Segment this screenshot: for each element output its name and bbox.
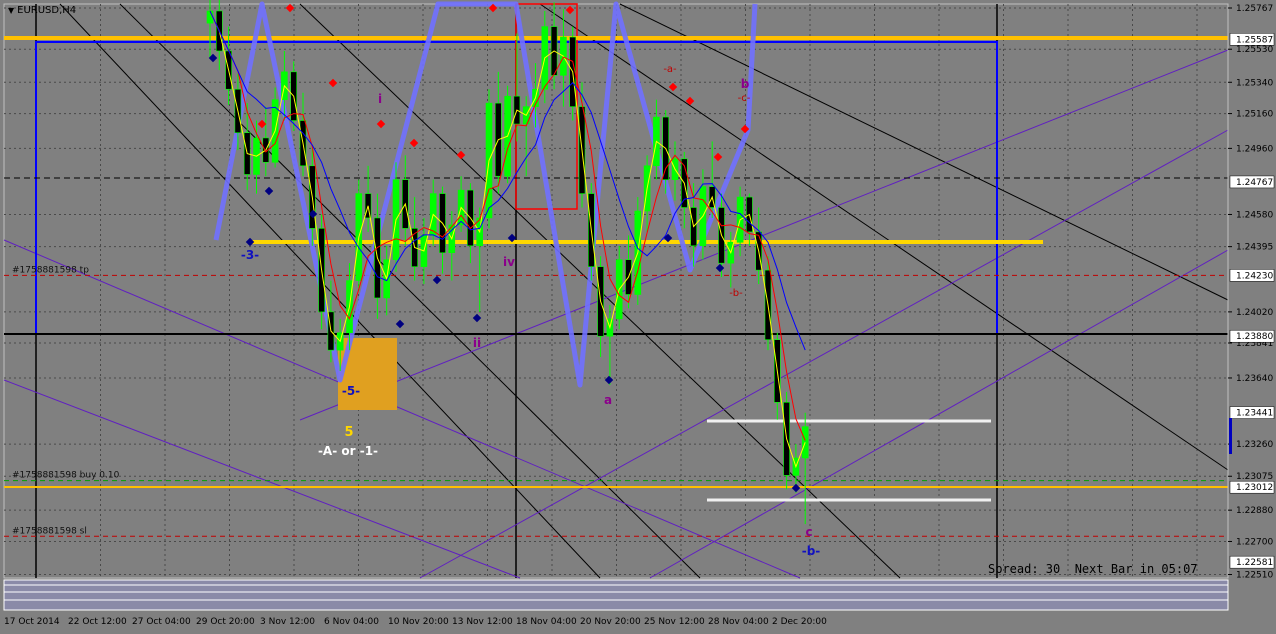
time-tick-label: 27 Oct 04:00 <box>132 617 191 627</box>
order-label: #1758881598 buy 0.10 <box>12 471 120 481</box>
price-tick-label: 1.25530 <box>1236 45 1273 55</box>
time-tick-label: 3 Nov 12:00 <box>260 617 315 627</box>
candle <box>783 391 790 490</box>
price-tick-label: 1.25767 <box>1236 4 1273 14</box>
time-tick-label: 2 Dec 20:00 <box>772 617 827 627</box>
wave-label: i <box>378 92 382 106</box>
time-tick-label: 20 Nov 20:00 <box>580 617 641 627</box>
order-label: #1758881598 sl <box>12 526 87 536</box>
menu-triangle-icon[interactable]: ▼ <box>8 6 14 15</box>
wave-label: iv <box>503 255 515 269</box>
chart-window[interactable]: ▼ EURUSD,H4 #1758881598 tp #1758881598 buy… <box>0 0 1276 630</box>
wave-label: a <box>604 393 612 407</box>
price-tag-label: 1.24230 <box>1236 271 1273 281</box>
time-tick-label: 17 Oct 2014 <box>4 617 60 627</box>
time-tick-label: 10 Nov 20:00 <box>388 617 449 627</box>
price-tick-label: 1.25160 <box>1236 110 1273 120</box>
candle <box>355 179 363 291</box>
price-tick-label: 1.24580 <box>1236 210 1273 220</box>
wave-label: c <box>805 525 812 539</box>
price-tag-label: 1.23441 <box>1236 409 1273 419</box>
time-tick-label: 29 Oct 20:00 <box>196 617 255 627</box>
time-tick-label: 22 Oct 12:00 <box>68 617 127 627</box>
symbol-title-text: EURUSD,H4 <box>17 5 77 16</box>
time-tick-label: 25 Nov 12:00 <box>644 617 705 627</box>
wave-label: -5- <box>342 384 360 398</box>
wave-label: -A- or -1- <box>318 444 378 458</box>
time-tick-label: 18 Nov 04:00 <box>516 617 577 627</box>
wave-label: b <box>741 77 750 91</box>
price-marker <box>1229 418 1232 454</box>
time-tick-label: 28 Nov 04:00 <box>708 617 769 627</box>
time-tick-label: 13 Nov 12:00 <box>452 617 513 627</box>
price-tick-label: 1.24395 <box>1236 243 1273 253</box>
price-tick-label: 1.22700 <box>1236 537 1273 547</box>
wave-label: 5 <box>344 425 353 440</box>
wave-label: -c- <box>738 93 751 104</box>
price-chart[interactable]: #1758881598 tp #1758881598 buy 0.10 #17588… <box>0 0 1276 630</box>
wave-label: -b- <box>802 544 821 558</box>
price-tick-label: 1.23260 <box>1236 440 1273 450</box>
order-label: #1758881598 tp <box>12 265 89 275</box>
price-tick-label: 1.25340 <box>1236 78 1273 88</box>
wave-label: -a- <box>663 64 677 75</box>
price-tag-label: 1.25587 <box>1236 35 1273 45</box>
wave-label: ii <box>473 336 481 350</box>
price-tick-label: 1.22880 <box>1236 506 1273 516</box>
price-tick-label: 1.23075 <box>1236 472 1273 482</box>
price-tick-label: 1.24020 <box>1236 308 1273 318</box>
wave-label: -b- <box>729 288 743 299</box>
symbol-title: ▼ EURUSD,H4 <box>8 5 76 16</box>
time-tick-label: 6 Nov 04:00 <box>324 617 379 627</box>
price-tag-label: 1.22581 <box>1236 558 1273 568</box>
wave-label: -3- <box>241 248 259 262</box>
price-tick-label: 1.23640 <box>1236 374 1273 384</box>
price-tag-label: 1.24767 <box>1236 178 1273 188</box>
candle <box>504 85 511 184</box>
candle <box>271 87 279 168</box>
candle-body <box>206 10 214 24</box>
spread-info: Spread: 30 Next Bar in 05:07 <box>988 562 1198 576</box>
price-tag-label: 1.23880 <box>1236 332 1273 342</box>
price-tag-label: 1.23012 <box>1236 483 1273 493</box>
price-tick-label: 1.24960 <box>1236 144 1273 154</box>
price-tick-label: 1.22510 <box>1236 571 1273 581</box>
